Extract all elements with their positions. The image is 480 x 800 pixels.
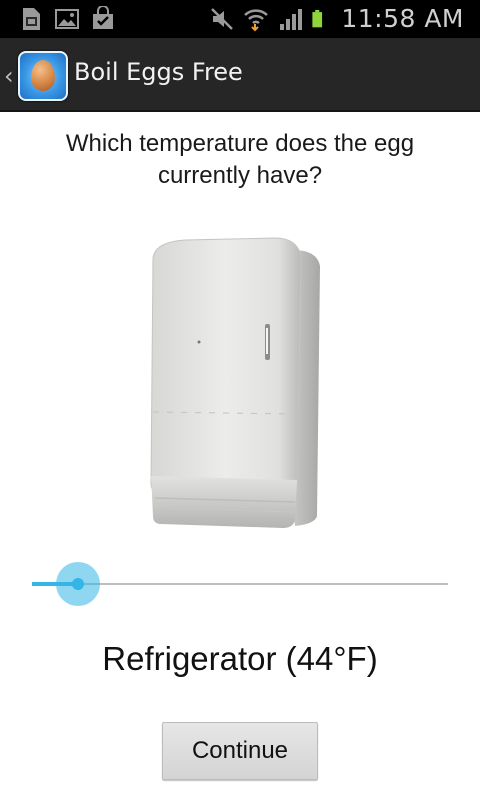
question-text: Which temperature does the egg currently… xyxy=(65,130,415,189)
egg-app-icon[interactable] xyxy=(18,51,68,101)
chevron-left-icon[interactable]: ‹ xyxy=(4,62,14,90)
refrigerator-image xyxy=(145,236,325,530)
temperature-label: Refrigerator (44°F) xyxy=(102,640,378,677)
clock: 11:58 AM xyxy=(341,4,464,33)
muted-icon xyxy=(211,7,234,30)
refrigerator-drawing xyxy=(150,237,320,528)
wifi-icon xyxy=(244,8,269,31)
temperature-slider[interactable] xyxy=(32,560,448,608)
status-bar: 11:58 AM xyxy=(0,0,480,38)
continue-button[interactable]: Continue xyxy=(162,722,318,780)
sim-card-icon xyxy=(23,8,40,30)
app-title: Boil Eggs Free xyxy=(74,58,243,86)
notification-icons xyxy=(18,6,116,32)
shopping-bag-icon xyxy=(93,6,113,29)
battery-icon xyxy=(312,9,323,27)
action-bar: ‹ Boil Eggs Free xyxy=(0,38,480,112)
slider-thumb[interactable] xyxy=(72,578,84,590)
signal-icon xyxy=(280,8,303,30)
egg-icon xyxy=(31,60,55,91)
system-icons: 11:58 AM xyxy=(209,4,464,33)
picture-icon xyxy=(55,9,79,29)
